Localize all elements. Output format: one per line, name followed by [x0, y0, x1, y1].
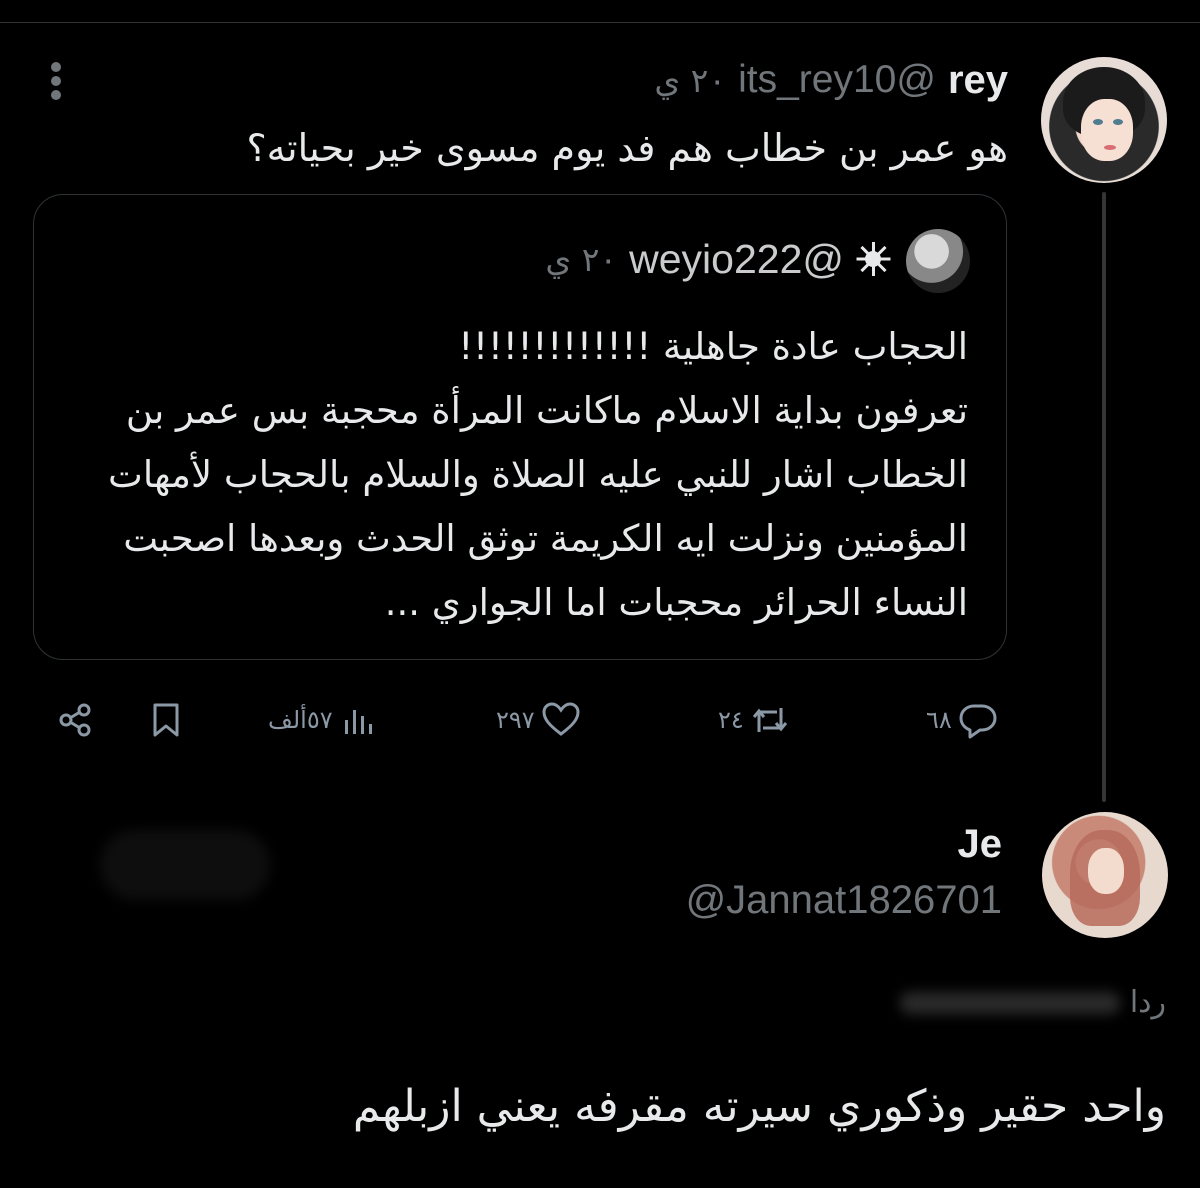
blurred-follow-area	[100, 830, 270, 900]
retweet-button[interactable]: ٢٤	[718, 695, 790, 745]
top-divider	[0, 22, 1200, 23]
heart-icon	[542, 702, 580, 736]
replying-to-label: ردا	[1129, 985, 1166, 1020]
share-button[interactable]	[56, 695, 96, 745]
quoted-avatar[interactable]	[906, 229, 970, 293]
reply-icon	[959, 704, 997, 739]
share-icon	[59, 703, 91, 737]
quoted-header: @weyio222 ٢٠ ي	[545, 231, 891, 287]
retweets-count: ٢٤	[718, 706, 744, 734]
likes-count: ٢٩٧	[496, 706, 535, 734]
more-options-icon[interactable]	[50, 62, 62, 102]
views-icon	[344, 710, 372, 734]
replies-count: ٦٨	[926, 706, 952, 734]
tweet-time[interactable]: ٢٠ ي	[654, 61, 726, 100]
quoted-time: ٢٠ ي	[545, 239, 618, 279]
bookmark-button[interactable]	[146, 695, 186, 745]
blurred-mention	[899, 991, 1120, 1014]
action-bar: ٥٧ألف ٢٩٧ ٢٤ ٦٨	[0, 695, 1200, 745]
reply-button[interactable]: ٦٨	[926, 695, 998, 745]
screen: rey @its_rey10 ٢٠ ي هو عمر بن خطاب هم فد…	[0, 0, 1200, 1188]
author-handle[interactable]: @its_rey10	[738, 58, 936, 102]
quoted-tweet[interactable]: @weyio222 ٢٠ ي الحجاب عادة جاهلية !!!!!!…	[33, 194, 1007, 660]
reply-text: واحد حقير وذكوري سيرته مقرفه يعني ازبلهم	[352, 1081, 1166, 1132]
reply-author-name[interactable]: Je	[958, 822, 1003, 867]
reply-author-handle[interactable]: @Jannat1826701	[686, 878, 1002, 923]
tweet1-text: هو عمر بن خطاب هم فد يوم مسوى خير بحياته…	[246, 126, 1008, 170]
author-name[interactable]: rey	[948, 58, 1008, 103]
sun-icon	[856, 242, 891, 276]
quoted-handle[interactable]: @weyio222	[629, 236, 844, 283]
avatar-rey[interactable]	[1041, 57, 1167, 183]
tweet1-header: rey @its_rey10 ٢٠ ي	[654, 58, 1008, 102]
bookmark-icon	[153, 703, 179, 737]
replying-to: ردا	[899, 985, 1166, 1020]
like-button[interactable]: ٢٩٧	[496, 695, 581, 745]
avatar-je[interactable]	[1042, 812, 1168, 938]
views-button[interactable]: ٥٧ألف	[268, 695, 379, 745]
retweet-icon	[752, 708, 787, 732]
quoted-text: الحجاب عادة جاهلية !!!!!!!!!!!!! تعرفون …	[108, 325, 968, 624]
views-count: ٥٧ألف	[268, 706, 333, 734]
